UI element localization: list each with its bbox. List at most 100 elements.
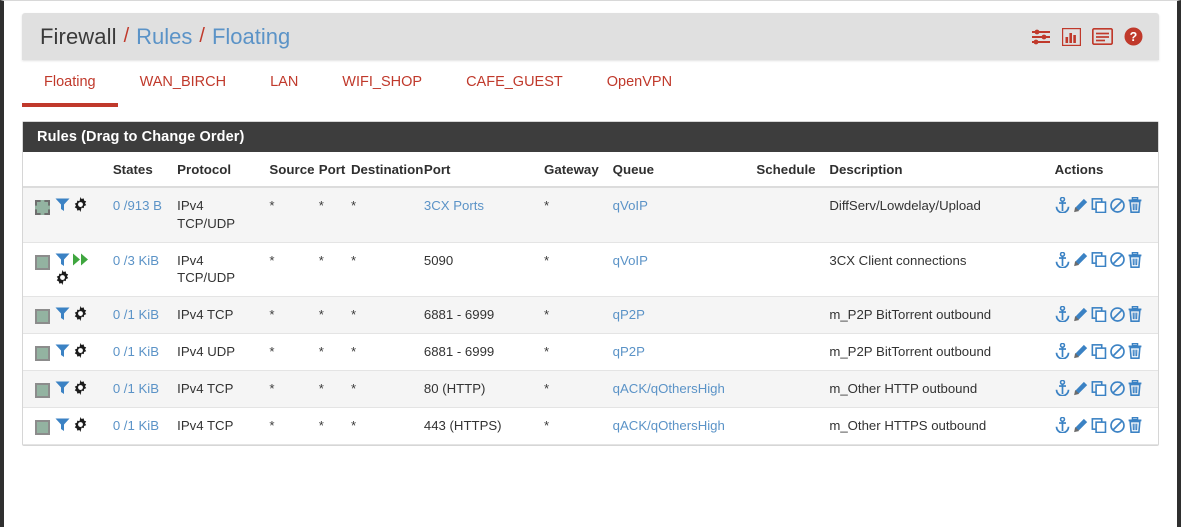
bar-chart-icon[interactable] [1062,27,1081,46]
anchor-icon[interactable] [1055,380,1070,397]
copy-icon[interactable] [1091,417,1107,433]
filter-icon[interactable] [55,417,70,432]
trash-icon[interactable] [1128,417,1142,434]
trash-icon[interactable] [1128,197,1142,213]
table-row[interactable]: 0 /1 KiB IPv4 UDP * * * 6881 - 6999 * qP2P m_P2P… [23,333,1158,372]
row-rule-indicator-cell[interactable] [23,296,51,335]
trash-icon[interactable] [1128,251,1142,268]
table-row[interactable]: 0 /1 KiB IPv4 TCP * * * 80 (HTTP) * qACK/qOther… [23,370,1158,409]
queue-link[interactable]: qACK/qOthersHigh [613,381,725,396]
pencil-icon[interactable] [1073,307,1088,322]
pencil-icon[interactable] [1073,344,1088,359]
help-icon[interactable]: ? [1124,27,1143,46]
anchor-icon[interactable] [1055,197,1070,213]
filter-icon[interactable] [55,252,70,267]
queue-link[interactable]: qVoIP [613,198,648,213]
pass-rule-icon[interactable] [35,309,50,325]
filter-icon[interactable] [55,343,70,358]
copy-icon[interactable] [1091,197,1107,213]
row-description: m_Other HTTPS outbound [825,407,1051,446]
list-icon[interactable] [1092,28,1113,45]
breadcrumb-link-floating[interactable]: Floating [212,24,290,50]
ban-icon[interactable] [1109,417,1125,433]
tab-wan-birch[interactable]: WAN_BIRCH [118,74,248,107]
anchor-icon[interactable] [1055,306,1070,323]
row-rule-indicator-cell[interactable] [23,407,51,446]
row-states[interactable]: 0 /1 KiB [108,407,174,446]
breadcrumb-link-rules[interactable]: Rules [136,24,192,50]
copy-icon[interactable] [1091,343,1107,359]
copy-icon[interactable] [1091,380,1107,396]
queue-link[interactable]: qP2P [613,307,645,322]
gear-icon[interactable] [55,269,70,285]
sliders-icon[interactable] [1031,28,1051,46]
row-rule-indicator-cell[interactable] [23,187,51,243]
table-row[interactable]: 0 /913 B IPv4 TCP/UDP * * * 3CX Ports * qVoIP Di… [23,187,1158,243]
row-states[interactable]: 0 /1 KiB [108,370,174,409]
table-row[interactable]: 0 /1 KiB IPv4 TCP * * * 443 (HTTPS) * qACK/qOth… [23,407,1158,446]
filter-icon[interactable] [55,306,70,321]
tab-cafe-guest[interactable]: CAFE_GUEST [444,74,585,107]
ban-icon[interactable] [1109,197,1125,213]
pencil-icon[interactable] [1073,381,1088,396]
pass-rule-icon[interactable] [35,200,50,216]
copy-icon[interactable] [1091,306,1107,322]
row-rule-indicator-cell[interactable] [23,242,51,298]
row-actions [1050,370,1158,409]
trash-icon[interactable] [1128,380,1142,397]
states-value[interactable]: 0 /1 KiB [113,381,159,396]
row-states[interactable]: 0 /1 KiB [108,333,174,372]
states-value[interactable]: 0 /1 KiB [113,344,159,359]
row-dest-port: 5090 [419,242,541,298]
queue-link[interactable]: qVoIP [613,253,648,268]
gear-icon[interactable] [73,380,88,396]
states-value[interactable]: 0 /1 KiB [113,307,159,322]
trash-icon[interactable] [1128,343,1142,360]
ban-icon[interactable] [1109,306,1125,322]
table-row[interactable]: 0 /1 KiB IPv4 TCP * * * 6881 - 6999 * qP2P m_P2P… [23,296,1158,335]
queue-link[interactable]: qP2P [613,344,645,359]
tab-floating[interactable]: Floating [22,74,118,107]
copy-icon[interactable] [1091,252,1107,268]
gear-icon[interactable] [73,306,88,322]
ban-icon[interactable] [1109,252,1125,267]
row-rule-indicator-cell[interactable] [23,333,51,372]
pencil-icon[interactable] [1073,418,1088,433]
trash-icon[interactable] [1128,306,1142,323]
row-rule-indicator-cell[interactable] [23,370,51,409]
anchor-icon[interactable] [1055,343,1070,360]
pencil-icon[interactable] [1073,198,1088,213]
anchor-icon[interactable] [1055,417,1070,434]
states-value[interactable]: 0 /3 KiB [113,253,159,268]
pass-rule-icon[interactable] [35,420,50,436]
pencil-icon[interactable] [1073,252,1088,267]
pass-rule-icon[interactable] [35,346,50,362]
ban-icon[interactable] [1109,343,1125,359]
row-states[interactable]: 0 /1 KiB [108,296,174,335]
filter-icon[interactable] [55,197,70,212]
header-states: States [108,152,174,188]
row-source-port: * [314,242,347,298]
tab-openvpn[interactable]: OpenVPN [585,74,694,107]
gear-icon[interactable] [73,197,88,212]
gear-icon[interactable] [73,417,88,433]
states-value[interactable]: 0 /1 KiB [113,418,159,433]
dest-port-value: 5090 [423,252,454,268]
header-select [23,152,51,188]
states-value[interactable]: 0 /913 B [113,198,162,213]
row-states[interactable]: 0 /913 B [108,187,174,243]
pass-rule-icon[interactable] [35,383,50,399]
ban-icon[interactable] [1109,380,1125,396]
table-row[interactable]: 0 /3 KiB IPv4 TCP/UDP * * * 5090 * qVoIP 3CX Cli… [23,242,1158,298]
row-states[interactable]: 0 /3 KiB [108,242,174,298]
fast-forward-icon[interactable] [72,252,89,267]
gear-icon[interactable] [73,343,88,359]
tab-lan[interactable]: LAN [248,74,320,107]
dest-port-link[interactable]: 3CX Ports [424,198,484,213]
queue-link[interactable]: qACK/qOthersHigh [613,418,725,433]
filter-icon[interactable] [55,380,70,395]
pass-rule-icon[interactable] [35,254,50,270]
tab-wifi-shop[interactable]: WIFI_SHOP [320,74,444,107]
anchor-icon[interactable] [1055,251,1070,268]
row-source: * [265,333,315,372]
